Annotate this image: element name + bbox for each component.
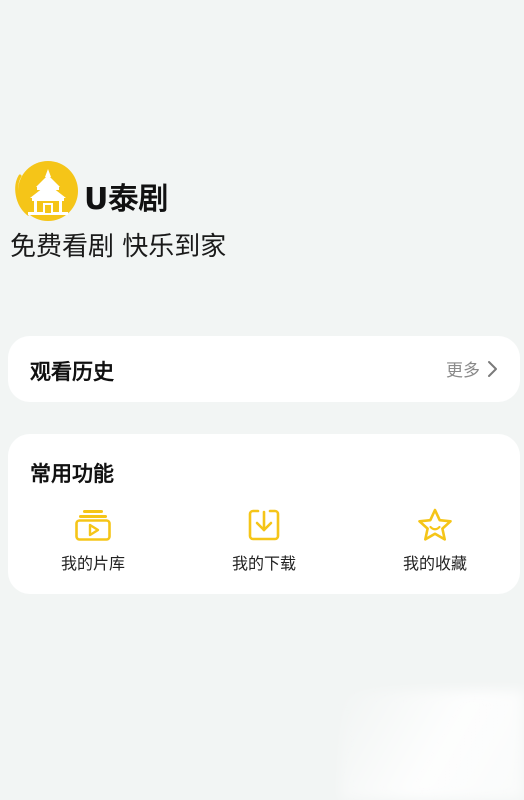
chevron-right-icon bbox=[488, 360, 497, 377]
star-icon bbox=[418, 508, 452, 541]
my-downloads-button[interactable]: 我的下载 bbox=[204, 508, 324, 574]
my-favorites-label: 我的收藏 bbox=[402, 554, 467, 573]
my-library-button[interactable]: 我的片库 bbox=[33, 508, 153, 574]
more-link[interactable]: 更多 bbox=[446, 356, 498, 381]
app-name: U泰剧 bbox=[84, 182, 169, 217]
common-functions-card: 常用功能 我的片库 我的下载 我的收藏 bbox=[8, 434, 520, 594]
my-downloads-label: 我的下载 bbox=[231, 554, 296, 573]
bottom-glare bbox=[340, 690, 524, 800]
my-favorites-button[interactable]: 我的收藏 bbox=[375, 508, 495, 574]
watch-history-card[interactable]: 观看历史 更多 bbox=[8, 336, 520, 402]
more-label: 更多 bbox=[446, 361, 480, 381]
temple-logo-icon bbox=[15, 161, 78, 221]
brand-header: U泰剧 免费看剧 快乐到家 bbox=[10, 160, 310, 270]
download-icon bbox=[248, 509, 280, 541]
app-slogan: 免费看剧 快乐到家 bbox=[10, 232, 227, 262]
watch-history-title: 观看历史 bbox=[30, 360, 114, 384]
common-functions-title: 常用功能 bbox=[30, 462, 114, 486]
video-library-icon bbox=[75, 510, 111, 541]
my-library-label: 我的片库 bbox=[60, 554, 125, 573]
